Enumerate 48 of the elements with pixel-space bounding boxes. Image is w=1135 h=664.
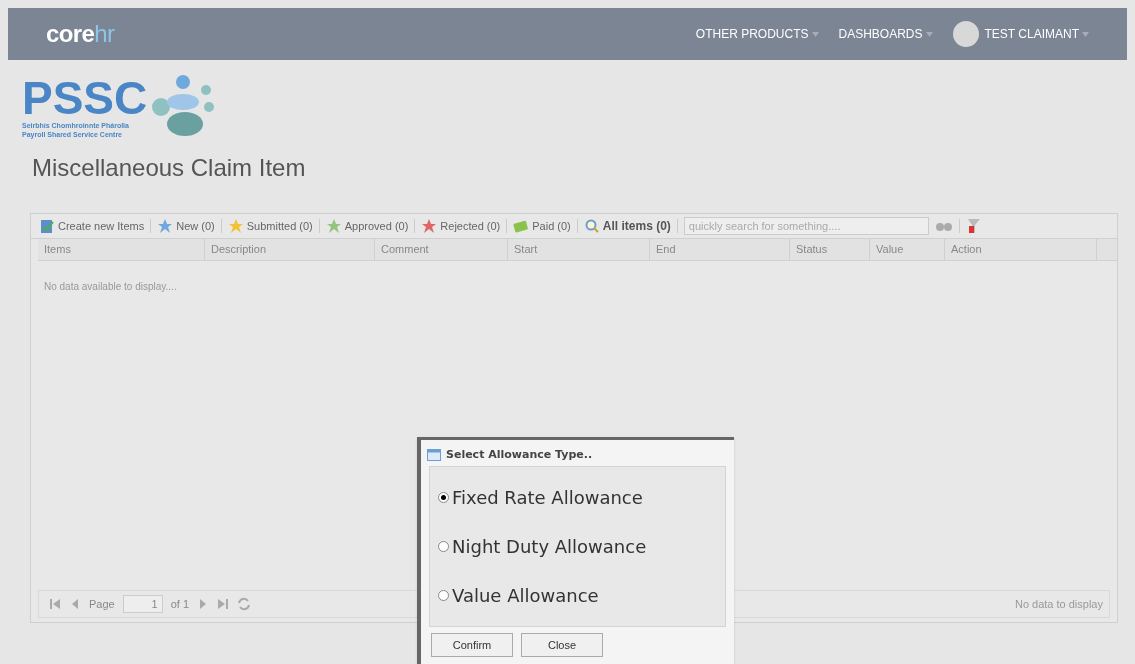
toolbar-button[interactable]: New (0) xyxy=(157,217,215,235)
pager-status: No data to display xyxy=(1014,596,1103,612)
document-icon xyxy=(39,218,55,234)
money-icon xyxy=(513,218,530,234)
window-icon xyxy=(427,449,441,461)
search-field[interactable]: quickly search for something.... xyxy=(683,217,929,235)
nav-menu[interactable]: OTHER PRODUCTS xyxy=(695,25,819,43)
radio-option[interactable]: Night Duty Allowance xyxy=(438,533,717,560)
column-header[interactable]: Action xyxy=(945,239,1097,260)
column-header[interactable]: Items xyxy=(38,239,205,260)
brand-logo[interactable]: corehr xyxy=(46,16,115,52)
nav-menu[interactable]: DASHBOARDS xyxy=(838,25,933,43)
refresh-icon[interactable] xyxy=(237,597,252,611)
toolbar-button[interactable]: Create new Items xyxy=(39,217,145,235)
radio-icon[interactable] xyxy=(438,590,449,601)
caret-icon xyxy=(925,31,933,37)
empty-message: No data available to display.... xyxy=(44,281,177,292)
column-header[interactable]: Status xyxy=(790,239,870,260)
page-count: of 1 xyxy=(170,596,190,612)
caret-icon xyxy=(811,31,819,37)
dialog-title: Select Allowance Type.. xyxy=(446,446,593,463)
page-label: Page xyxy=(89,596,115,612)
magnifier-icon xyxy=(583,218,600,234)
dialog-button[interactable]: Close xyxy=(521,633,603,657)
column-header[interactable]: End xyxy=(650,239,790,260)
radio-option[interactable]: Fixed Rate Allowance xyxy=(438,484,717,511)
avatar-icon xyxy=(952,21,979,47)
toolbar-button[interactable]: Rejected (0) xyxy=(421,217,501,235)
user-menu[interactable]: TEST CLAIMANT xyxy=(984,25,1089,43)
page-title: Miscellaneous Claim Item xyxy=(32,153,307,183)
toolbar-button[interactable]: Submitted (0) xyxy=(227,217,313,235)
radio-option[interactable]: Value Allowance xyxy=(438,582,717,609)
page-field[interactable]: 1 xyxy=(122,595,163,613)
column-header[interactable]: Description xyxy=(205,239,375,260)
radio-icon[interactable] xyxy=(438,492,449,503)
logo-text: PSSC xyxy=(22,75,148,121)
last-page-icon[interactable] xyxy=(217,598,230,610)
first-page-icon[interactable] xyxy=(49,598,61,610)
dialog-button[interactable]: Confirm xyxy=(431,633,513,657)
column-header[interactable]: Value xyxy=(870,239,945,260)
filter-clear-icon[interactable] xyxy=(965,217,982,235)
radio-icon[interactable] xyxy=(438,541,449,552)
caret-icon xyxy=(1082,31,1089,37)
column-header[interactable]: Start xyxy=(508,239,650,260)
toolbar-button[interactable]: Paid (0) xyxy=(513,217,571,235)
toolbar-button[interactable]: All items (0) xyxy=(583,217,671,235)
toolbar-button[interactable]: Approved (0) xyxy=(325,217,409,235)
column-header[interactable]: Comment xyxy=(375,239,508,260)
